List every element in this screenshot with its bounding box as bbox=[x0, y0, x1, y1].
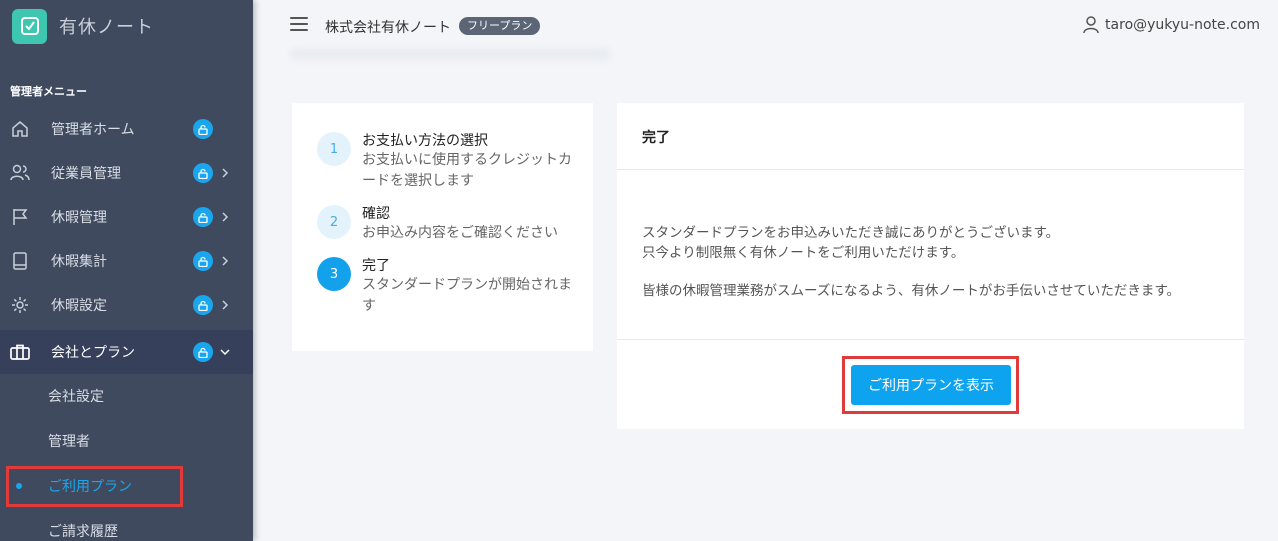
blurred-breadcrumb bbox=[290, 48, 610, 60]
lock-icon bbox=[193, 342, 213, 362]
hamburger-menu-icon[interactable] bbox=[290, 17, 308, 31]
sidebar-subitem-administrators[interactable]: 管理者 bbox=[0, 419, 253, 463]
sidebar-item-employees[interactable]: 従業員管理 bbox=[0, 151, 253, 195]
sidebar-subitem-company-settings[interactable]: 会社設定 bbox=[0, 374, 253, 418]
divider bbox=[617, 169, 1244, 170]
sidebar-item-label: 休暇管理 bbox=[51, 210, 107, 226]
step-title: 完了 bbox=[362, 258, 390, 274]
sidebar-subitem-label: ご請求履歴 bbox=[48, 524, 118, 540]
complete-message-line3: 皆様の休暇管理業務がスムーズになるよう、有休ノートがお手伝いさせていただきます。 bbox=[642, 283, 1180, 299]
lock-icon bbox=[193, 295, 213, 315]
gear-icon bbox=[10, 295, 30, 315]
step-description: スタンダードプランが開始されます bbox=[362, 277, 572, 314]
users-icon bbox=[10, 163, 30, 183]
briefcase-icon bbox=[10, 342, 30, 362]
step-number: 1 bbox=[317, 132, 351, 166]
complete-message-line1: スタンダードプランをお申込みいただき誠にありがとうございます。 bbox=[642, 225, 1060, 241]
highlight-box bbox=[6, 466, 183, 507]
step-title: 確認 bbox=[362, 206, 390, 222]
home-icon bbox=[10, 119, 30, 139]
sidebar-subitem-label: 管理者 bbox=[48, 434, 90, 450]
steps-card: 1 お支払い方法の選択 お支払いに使用するクレジットカードを選択します 2 確認… bbox=[292, 103, 593, 351]
sidebar-item-label: 会社とプラン bbox=[51, 345, 135, 361]
chevron-right-icon bbox=[219, 255, 231, 267]
user-menu[interactable]: taro@yukyu-note.com bbox=[1083, 16, 1260, 34]
chevron-down-icon bbox=[219, 346, 231, 358]
sidebar-subitem-label: 会社設定 bbox=[48, 389, 104, 405]
step-number: 3 bbox=[317, 257, 351, 291]
sidebar-item-label: 休暇設定 bbox=[51, 298, 107, 314]
sidebar-item-label: 管理者ホーム bbox=[51, 122, 135, 138]
step-description: お支払いに使用するクレジットカードを選択します bbox=[362, 152, 572, 189]
sidebar-item-admin-home[interactable]: 管理者ホーム bbox=[0, 107, 253, 151]
complete-message-line2: 只今より制限無く有休ノートをご利用いただけます。 bbox=[642, 245, 965, 261]
company-name: 株式会社有休ノート bbox=[325, 20, 451, 36]
book-icon bbox=[10, 251, 30, 271]
sidebar-item-leave-summary[interactable]: 休暇集計 bbox=[0, 239, 253, 283]
sidebar-item-label: 従業員管理 bbox=[51, 166, 121, 182]
flag-icon bbox=[10, 207, 30, 227]
card-title: 完了 bbox=[642, 130, 670, 146]
chevron-right-icon bbox=[219, 167, 231, 179]
chevron-right-icon bbox=[219, 299, 231, 311]
lock-icon bbox=[193, 207, 213, 227]
step-number: 2 bbox=[317, 205, 351, 239]
step-description: お申込み内容をご確認ください bbox=[362, 225, 558, 241]
lock-icon bbox=[193, 119, 213, 139]
sidebar-item-leave-management[interactable]: 休暇管理 bbox=[0, 195, 253, 239]
sidebar-item-company-plan[interactable]: 会社とプラン bbox=[0, 330, 253, 374]
sidebar-item-label: 休暇集計 bbox=[51, 254, 107, 270]
lock-icon bbox=[193, 163, 213, 183]
highlight-box bbox=[842, 356, 1019, 414]
divider bbox=[617, 339, 1244, 340]
sidebar-item-leave-settings[interactable]: 休暇設定 bbox=[0, 283, 253, 327]
brand[interactable]: 有休ノート bbox=[12, 7, 154, 45]
brand-name: 有休ノート bbox=[59, 17, 154, 38]
step-title: お支払い方法の選択 bbox=[362, 133, 488, 149]
plan-badge: フリープラン bbox=[459, 17, 541, 35]
top-header: 株式会社有休ノート フリープラン taro@yukyu-note.com bbox=[253, 0, 1278, 52]
section-title-admin-menu: 管理者メニュー bbox=[10, 85, 87, 98]
lock-icon bbox=[193, 251, 213, 271]
chevron-right-icon bbox=[219, 211, 231, 223]
user-email: taro@yukyu-note.com bbox=[1105, 17, 1260, 33]
sidebar: 有休ノート 管理者メニュー 管理者ホーム 従業員管理 休暇管理 休暇集計 休暇設… bbox=[0, 0, 253, 541]
user-icon bbox=[1083, 16, 1099, 34]
sidebar-subitem-billing-history[interactable]: ご請求履歴 bbox=[0, 509, 253, 541]
brand-logo-icon bbox=[12, 8, 47, 44]
